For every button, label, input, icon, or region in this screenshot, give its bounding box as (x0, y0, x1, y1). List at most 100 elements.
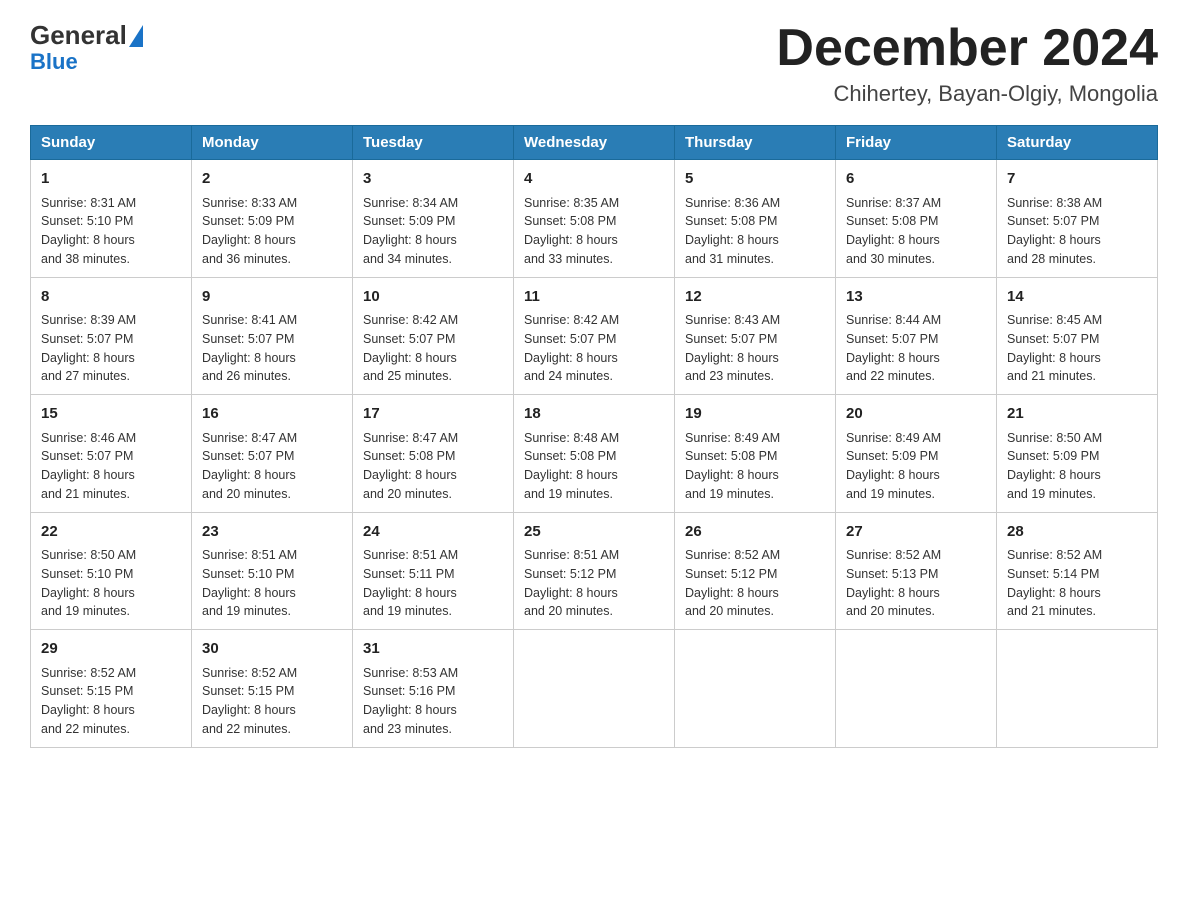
sunset-label: Sunset: 5:07 PM (685, 332, 777, 346)
daylight-minutes: and 19 minutes. (202, 604, 291, 618)
daylight-label: Daylight: 8 hours (41, 233, 135, 247)
sunrise-label: Sunrise: 8:51 AM (363, 548, 458, 562)
daylight-minutes: and 33 minutes. (524, 252, 613, 266)
day-number: 29 (41, 638, 181, 661)
calendar-cell: 13 Sunrise: 8:44 AM Sunset: 5:07 PM Dayl… (836, 277, 997, 395)
calendar-table: SundayMondayTuesdayWednesdayThursdayFrid… (30, 125, 1158, 748)
day-number: 27 (846, 521, 986, 544)
calendar-week-1: 1 Sunrise: 8:31 AM Sunset: 5:10 PM Dayli… (31, 160, 1158, 278)
calendar-cell: 5 Sunrise: 8:36 AM Sunset: 5:08 PM Dayli… (675, 160, 836, 278)
daylight-minutes: and 22 minutes. (846, 369, 935, 383)
day-number: 20 (846, 403, 986, 426)
sunset-label: Sunset: 5:09 PM (1007, 449, 1099, 463)
daylight-minutes: and 27 minutes. (41, 369, 130, 383)
sunset-label: Sunset: 5:14 PM (1007, 567, 1099, 581)
daylight-label: Daylight: 8 hours (685, 233, 779, 247)
sunrise-label: Sunrise: 8:37 AM (846, 196, 941, 210)
calendar-cell (997, 630, 1158, 748)
daylight-minutes: and 21 minutes. (1007, 604, 1096, 618)
daylight-minutes: and 20 minutes. (363, 487, 452, 501)
calendar-cell: 11 Sunrise: 8:42 AM Sunset: 5:07 PM Dayl… (514, 277, 675, 395)
day-number: 25 (524, 521, 664, 544)
sunrise-label: Sunrise: 8:41 AM (202, 313, 297, 327)
sunrise-label: Sunrise: 8:48 AM (524, 431, 619, 445)
daylight-label: Daylight: 8 hours (41, 351, 135, 365)
day-number: 23 (202, 521, 342, 544)
sunrise-label: Sunrise: 8:52 AM (846, 548, 941, 562)
daylight-label: Daylight: 8 hours (1007, 586, 1101, 600)
calendar-cell: 2 Sunrise: 8:33 AM Sunset: 5:09 PM Dayli… (192, 160, 353, 278)
calendar-cell: 28 Sunrise: 8:52 AM Sunset: 5:14 PM Dayl… (997, 512, 1158, 630)
daylight-label: Daylight: 8 hours (1007, 351, 1101, 365)
calendar-cell: 1 Sunrise: 8:31 AM Sunset: 5:10 PM Dayli… (31, 160, 192, 278)
calendar-week-3: 15 Sunrise: 8:46 AM Sunset: 5:07 PM Dayl… (31, 395, 1158, 513)
sunrise-label: Sunrise: 8:36 AM (685, 196, 780, 210)
daylight-label: Daylight: 8 hours (524, 468, 618, 482)
sunrise-label: Sunrise: 8:42 AM (363, 313, 458, 327)
sunset-label: Sunset: 5:08 PM (846, 214, 938, 228)
calendar-cell: 16 Sunrise: 8:47 AM Sunset: 5:07 PM Dayl… (192, 395, 353, 513)
daylight-minutes: and 21 minutes. (1007, 369, 1096, 383)
calendar-cell: 12 Sunrise: 8:43 AM Sunset: 5:07 PM Dayl… (675, 277, 836, 395)
daylight-label: Daylight: 8 hours (363, 233, 457, 247)
day-number: 26 (685, 521, 825, 544)
daylight-label: Daylight: 8 hours (1007, 233, 1101, 247)
sunrise-label: Sunrise: 8:43 AM (685, 313, 780, 327)
sunrise-label: Sunrise: 8:50 AM (41, 548, 136, 562)
daylight-minutes: and 26 minutes. (202, 369, 291, 383)
sunset-label: Sunset: 5:07 PM (41, 449, 133, 463)
daylight-minutes: and 19 minutes. (363, 604, 452, 618)
title-area: December 2024 Chihertey, Bayan-Olgiy, Mo… (776, 20, 1158, 107)
sunset-label: Sunset: 5:11 PM (363, 567, 455, 581)
daylight-label: Daylight: 8 hours (202, 703, 296, 717)
daylight-minutes: and 34 minutes. (363, 252, 452, 266)
daylight-minutes: and 28 minutes. (1007, 252, 1096, 266)
sunrise-label: Sunrise: 8:31 AM (41, 196, 136, 210)
daylight-label: Daylight: 8 hours (524, 586, 618, 600)
daylight-minutes: and 20 minutes. (846, 604, 935, 618)
day-number: 16 (202, 403, 342, 426)
daylight-label: Daylight: 8 hours (685, 351, 779, 365)
daylight-minutes: and 19 minutes. (1007, 487, 1096, 501)
daylight-minutes: and 23 minutes. (685, 369, 774, 383)
daylight-label: Daylight: 8 hours (846, 468, 940, 482)
day-number: 13 (846, 286, 986, 309)
daylight-minutes: and 22 minutes. (202, 722, 291, 736)
daylight-label: Daylight: 8 hours (202, 586, 296, 600)
sunset-label: Sunset: 5:09 PM (202, 214, 294, 228)
sunset-label: Sunset: 5:07 PM (363, 332, 455, 346)
daylight-label: Daylight: 8 hours (41, 586, 135, 600)
day-number: 22 (41, 521, 181, 544)
calendar-cell: 4 Sunrise: 8:35 AM Sunset: 5:08 PM Dayli… (514, 160, 675, 278)
sunrise-label: Sunrise: 8:44 AM (846, 313, 941, 327)
sunset-label: Sunset: 5:07 PM (41, 332, 133, 346)
sunset-label: Sunset: 5:08 PM (524, 214, 616, 228)
calendar-cell: 18 Sunrise: 8:48 AM Sunset: 5:08 PM Dayl… (514, 395, 675, 513)
daylight-minutes: and 20 minutes. (524, 604, 613, 618)
logo: General (30, 20, 145, 51)
day-number: 4 (524, 168, 664, 191)
location-subtitle: Chihertey, Bayan-Olgiy, Mongolia (776, 81, 1158, 107)
daylight-minutes: and 20 minutes. (202, 487, 291, 501)
sunset-label: Sunset: 5:09 PM (846, 449, 938, 463)
daylight-label: Daylight: 8 hours (363, 703, 457, 717)
day-number: 30 (202, 638, 342, 661)
sunset-label: Sunset: 5:16 PM (363, 684, 455, 698)
daylight-label: Daylight: 8 hours (685, 586, 779, 600)
day-number: 9 (202, 286, 342, 309)
day-number: 5 (685, 168, 825, 191)
sunrise-label: Sunrise: 8:53 AM (363, 666, 458, 680)
sunrise-label: Sunrise: 8:34 AM (363, 196, 458, 210)
sunset-label: Sunset: 5:08 PM (685, 214, 777, 228)
calendar-cell: 23 Sunrise: 8:51 AM Sunset: 5:10 PM Dayl… (192, 512, 353, 630)
calendar-cell: 9 Sunrise: 8:41 AM Sunset: 5:07 PM Dayli… (192, 277, 353, 395)
day-number: 7 (1007, 168, 1147, 191)
page-header: General Blue December 2024 Chihertey, Ba… (30, 20, 1158, 107)
daylight-minutes: and 31 minutes. (685, 252, 774, 266)
sunset-label: Sunset: 5:07 PM (1007, 214, 1099, 228)
calendar-cell (675, 630, 836, 748)
daylight-label: Daylight: 8 hours (363, 586, 457, 600)
day-number: 21 (1007, 403, 1147, 426)
calendar-cell: 14 Sunrise: 8:45 AM Sunset: 5:07 PM Dayl… (997, 277, 1158, 395)
daylight-label: Daylight: 8 hours (846, 586, 940, 600)
